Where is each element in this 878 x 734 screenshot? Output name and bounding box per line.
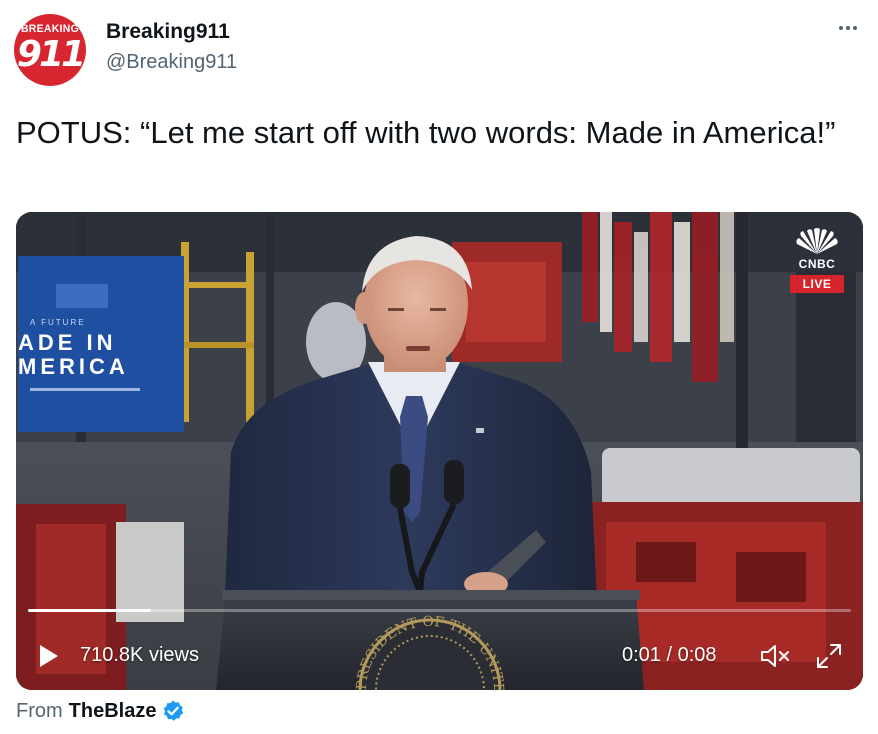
cnbc-logo: CNBC LIVE [789, 228, 845, 293]
tweet-text: POTUS: “Let me start off with two words:… [16, 115, 836, 150]
source-name-link[interactable]: TheBlaze [69, 700, 157, 723]
display-name[interactable]: Breaking911 [106, 20, 230, 44]
source-prefix: From [16, 699, 63, 722]
more-dot [853, 26, 857, 30]
expand-icon[interactable] [814, 641, 844, 671]
volume-muted-icon[interactable] [759, 643, 791, 669]
peacock-logo [796, 228, 838, 254]
user-handle[interactable]: @Breaking911 [106, 51, 237, 74]
more-dot [846, 26, 850, 30]
video-player[interactable]: A FUTURE ADE IN MERICA PRESIDENT OF THE … [16, 212, 863, 690]
sign-line2: ADE IN [18, 330, 117, 355]
video-frame: A FUTURE ADE IN MERICA PRESIDENT OF THE … [16, 212, 863, 690]
sign-line3: MERICA [18, 354, 129, 379]
live-badge: LIVE [790, 275, 844, 293]
source-attribution: From TheBlaze [16, 699, 185, 723]
avatar-number: 911 [16, 34, 86, 75]
video-progress-fill [28, 609, 152, 612]
network-name: CNBC [798, 257, 836, 271]
video-time: 0:01 / 0:08 [622, 644, 717, 666]
more-horizontal-icon [839, 26, 843, 30]
play-icon[interactable] [38, 643, 60, 669]
avatar[interactable]: BREAKING 911 [14, 14, 86, 86]
more-options-button[interactable] [834, 14, 862, 42]
sign-line1: A FUTURE [30, 318, 86, 327]
verified-badge-icon [164, 700, 184, 721]
view-count: 710.8K views [80, 644, 199, 666]
video-progress-bar[interactable] [28, 609, 851, 612]
